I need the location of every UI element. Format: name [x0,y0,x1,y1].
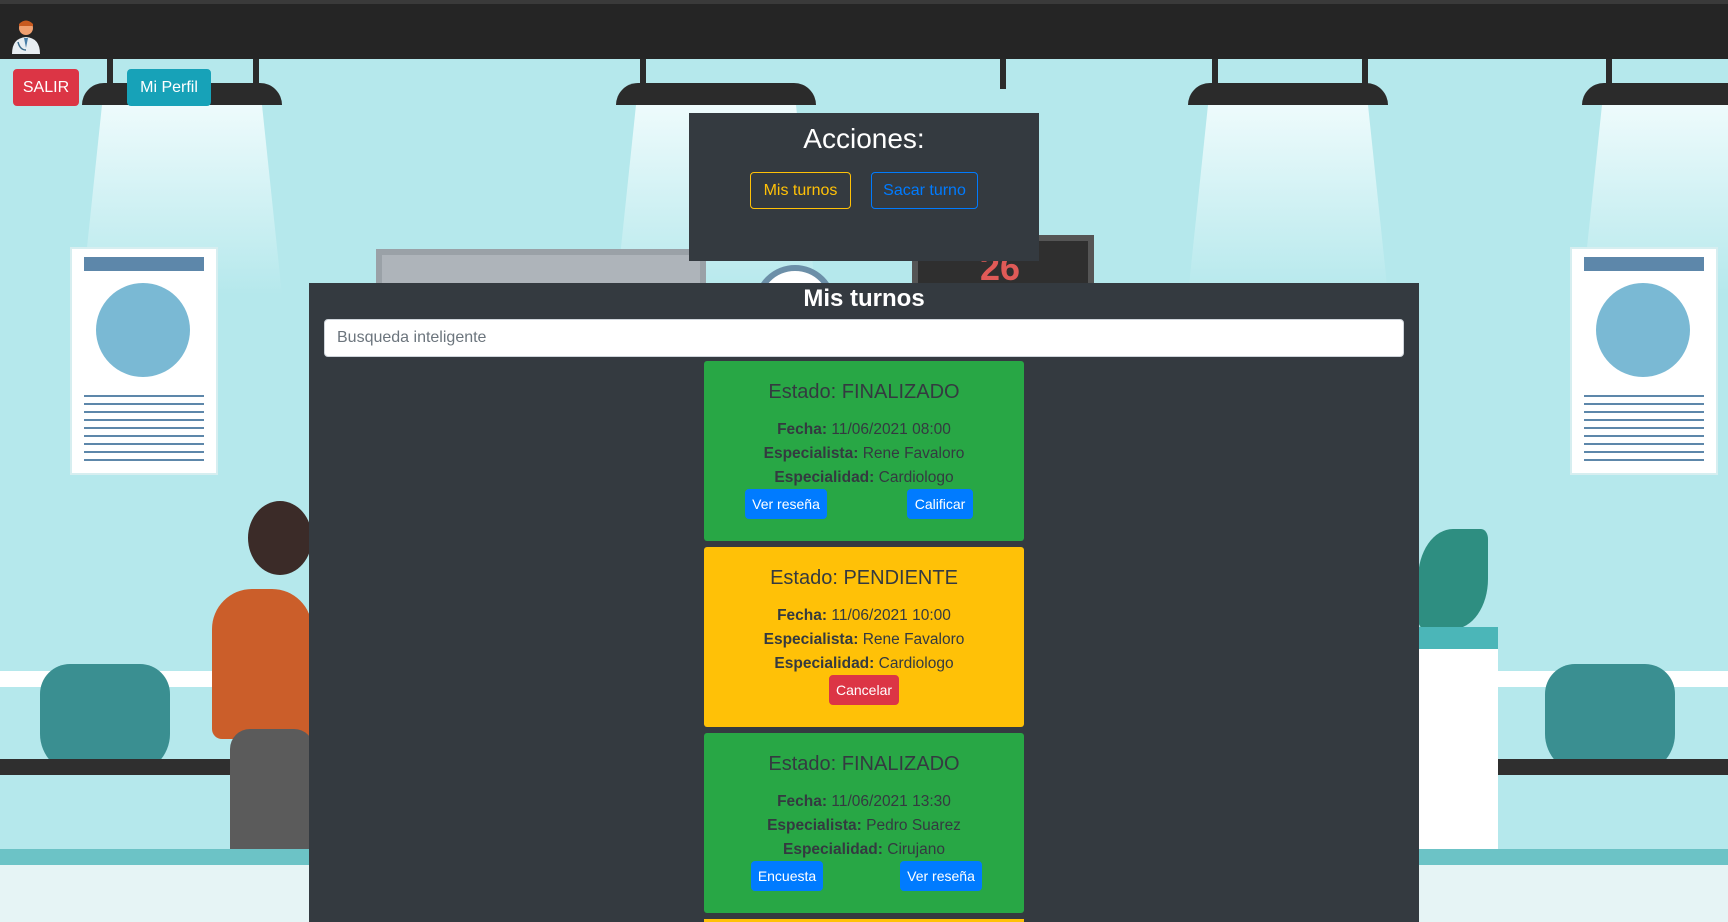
ver-resena-button[interactable]: Ver reseña [745,489,827,519]
ver-resena-button[interactable]: Ver reseña [900,861,982,891]
especialista-value: Rene Favaloro [862,631,965,648]
calificar-button[interactable]: Calificar [907,489,973,519]
especialidad-value: Cirujano [887,841,945,858]
lamp-rod [1000,59,1006,89]
especialista-value: Pedro Suarez [866,817,961,834]
especialidad-label: Especialidad: [783,841,883,858]
patient-body [212,589,312,739]
especialidad-value: Cardiologo [878,655,954,672]
encuesta-button[interactable]: Encuesta [751,861,823,891]
smart-search-input[interactable] [324,319,1404,357]
patient-head [248,501,312,575]
cancelar-button[interactable]: Cancelar [829,675,899,705]
acciones-panel: Acciones: Mis turnos Sacar turno [689,113,1039,261]
light-beam [1188,105,1388,295]
especialista-label: Especialista: [767,817,862,834]
turno-especialidad: Especialidad: Cirujano [704,841,1024,859]
turno-card: Estado: FINALIZADO Fecha: 11/06/2021 13:… [704,733,1024,913]
turno-especialista: Especialista: Rene Favaloro [704,631,1024,649]
acciones-title: Acciones: [803,123,925,154]
fecha-label: Fecha: [777,793,828,810]
sacar-turno-button[interactable]: Sacar turno [871,172,978,209]
waiting-chair [1545,664,1675,774]
especialista-label: Especialista: [763,631,859,648]
ceiling-lamp [1188,83,1388,105]
especialista-value: Rene Favaloro [862,445,965,462]
especialidad-value: Cardiologo [878,469,954,486]
fecha-value: 11/06/2021 08:00 [831,421,951,438]
mis-turnos-button[interactable]: Mis turnos [750,172,851,209]
turno-especialidad: Especialidad: Cardiologo [704,655,1024,673]
turno-card: Estado: PENDIENTE Fecha: 11/06/2021 10:0… [704,547,1024,727]
wall-poster [1572,249,1716,473]
turno-estado: Estado: PENDIENTE [770,567,958,589]
poster-lines [84,389,204,465]
turno-especialista: Especialista: Rene Favaloro [704,445,1024,463]
turno-estado: Estado: FINALIZADO [768,381,960,403]
mis-turnos-title: Mis turnos [803,285,925,312]
salir-button[interactable]: SALIR [13,69,79,106]
especialista-label: Especialista: [763,445,859,462]
turno-fecha: Fecha: 11/06/2021 10:00 [704,607,1024,625]
fecha-value: 11/06/2021 10:00 [831,607,951,624]
ceiling-lamp [1582,83,1728,105]
ceiling-lamp [616,83,816,105]
poster-pie-chart [1596,283,1690,377]
turno-especialidad: Especialidad: Cardiologo [704,469,1024,487]
turno-fecha: Fecha: 11/06/2021 08:00 [704,421,1024,439]
especialidad-label: Especialidad: [774,469,875,486]
doctor-avatar-icon[interactable] [8,18,44,56]
poster-pie-chart [96,283,190,377]
fecha-label: Fecha: [777,421,828,438]
poster-header [1584,257,1704,271]
wall-poster [72,249,216,473]
fecha-value: 11/06/2021 13:30 [831,793,951,810]
waiting-chair [40,664,170,774]
top-navbar [0,0,1728,59]
turno-estado: Estado: FINALIZADO [768,753,960,775]
plant [1418,529,1488,629]
poster-lines [1584,389,1704,465]
turno-especialista: Especialista: Pedro Suarez [704,817,1024,835]
mis-turnos-panel: Mis turnos Estado: FINALIZADO Fecha: 11/… [309,283,1419,922]
poster-header [84,257,204,271]
turno-card: Estado: FINALIZADO Fecha: 11/06/2021 08:… [704,361,1024,541]
especialidad-label: Especialidad: [774,655,875,672]
turno-fecha: Fecha: 11/06/2021 13:30 [704,793,1024,811]
mi-perfil-button[interactable]: Mi Perfil [127,69,211,106]
fecha-label: Fecha: [777,607,828,624]
